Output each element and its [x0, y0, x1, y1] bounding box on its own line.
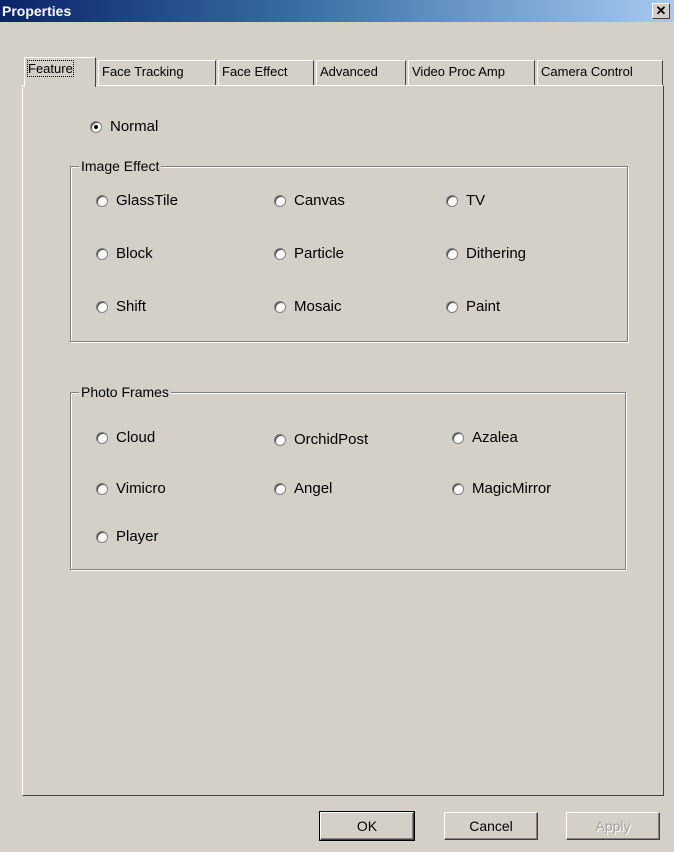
radio-label: Vimicro — [116, 480, 166, 497]
tab-label: Face Tracking — [102, 64, 184, 79]
close-button[interactable]: ✕ — [652, 3, 670, 19]
tab-face-effect[interactable]: Face Effect — [218, 60, 314, 85]
radio-label: Shift — [116, 298, 147, 315]
window-title: Properties — [2, 3, 72, 19]
tab-face-tracking[interactable]: Face Tracking — [98, 60, 216, 85]
radio-azalea[interactable]: Azalea — [452, 429, 518, 446]
radio-label: TV — [466, 192, 486, 209]
radio-cloud[interactable]: Cloud — [96, 429, 155, 446]
radio-icon — [96, 300, 108, 313]
radio-icon — [96, 482, 108, 495]
tab-label: Advanced — [320, 64, 378, 79]
tab-label: Camera Control — [541, 64, 633, 79]
tab-video-proc-amp[interactable]: Video Proc Amp — [408, 60, 535, 85]
radio-shift[interactable]: Shift — [96, 298, 146, 315]
radio-icon — [274, 247, 286, 260]
radio-normal[interactable]: Normal — [90, 118, 158, 135]
radio-label: Particle — [294, 245, 345, 262]
tab-label: Face Effect — [222, 64, 288, 79]
radio-label: MagicMirror — [472, 480, 552, 497]
radio-block[interactable]: Block — [96, 245, 153, 262]
radio-icon — [274, 482, 286, 495]
cancel-button[interactable]: Cancel — [444, 812, 538, 840]
group-label: Image Effect — [79, 158, 162, 174]
radio-label: Dithering — [466, 245, 527, 262]
radio-icon — [274, 300, 286, 313]
radio-label: Normal — [110, 118, 159, 135]
close-icon: ✕ — [655, 3, 667, 18]
ok-button[interactable]: OK — [319, 811, 415, 841]
radio-canvas[interactable]: Canvas — [274, 192, 345, 209]
radio-icon — [96, 194, 108, 207]
radio-dithering[interactable]: Dithering — [446, 245, 526, 262]
radio-icon — [96, 247, 108, 260]
group-label: Photo Frames — [79, 384, 171, 400]
title-bar: Properties ✕ — [0, 0, 674, 22]
radio-paint[interactable]: Paint — [446, 298, 500, 315]
radio-tv[interactable]: TV — [446, 192, 485, 209]
radio-label: Cloud — [116, 429, 156, 446]
radio-mosaic[interactable]: Mosaic — [274, 298, 342, 315]
radio-particle[interactable]: Particle — [274, 245, 344, 262]
radio-label: OrchidPost — [294, 431, 369, 448]
tab-label: Video Proc Amp — [412, 64, 505, 79]
radio-icon — [452, 431, 464, 444]
apply-button[interactable]: Apply — [566, 812, 660, 840]
tab-label: Feature — [27, 60, 74, 77]
radio-icon — [446, 300, 458, 313]
radio-icon — [452, 482, 464, 495]
radio-label: Mosaic — [294, 298, 342, 315]
radio-label: Canvas — [294, 192, 345, 209]
radio-icon — [96, 530, 108, 543]
radio-icon — [274, 194, 286, 207]
radio-selected-icon — [90, 120, 102, 133]
radio-icon — [446, 247, 458, 260]
radio-icon — [274, 433, 286, 446]
radio-orchidpost[interactable]: OrchidPost — [274, 431, 368, 448]
radio-player[interactable]: Player — [96, 528, 159, 545]
tab-camera-control[interactable]: Camera Control — [537, 60, 663, 85]
radio-icon — [96, 431, 108, 444]
radio-icon — [446, 194, 458, 207]
tab-advanced[interactable]: Advanced — [316, 60, 406, 85]
radio-label: Azalea — [472, 429, 518, 446]
tab-feature[interactable]: Feature — [24, 57, 96, 87]
radio-label: Angel — [294, 480, 333, 497]
radio-vimicro[interactable]: Vimicro — [96, 480, 166, 497]
radio-label: Block — [116, 245, 153, 262]
radio-magicmirror[interactable]: MagicMirror — [452, 480, 551, 497]
radio-angel[interactable]: Angel — [274, 480, 332, 497]
radio-label: Paint — [466, 298, 501, 315]
radio-label: GlassTile — [116, 192, 178, 209]
radio-glasstile[interactable]: GlassTile — [96, 192, 178, 209]
radio-label: Player — [116, 528, 159, 545]
